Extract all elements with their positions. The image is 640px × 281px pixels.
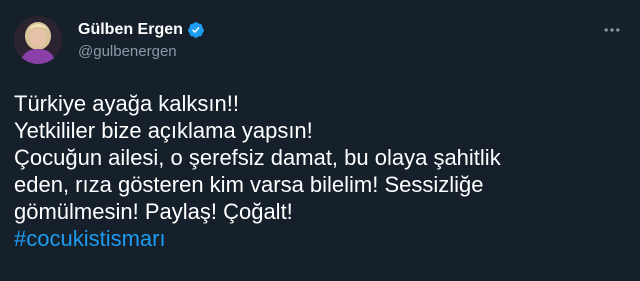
tweet-line: Çocuğun ailesi, o şerefsiz damat, bu ola… — [14, 145, 501, 170]
avatar-image — [14, 16, 62, 64]
tweet-line: Türkiye ayağa kalksın!! — [14, 91, 239, 116]
display-name[interactable]: Gülben Ergen — [78, 20, 183, 40]
tweet-text: Türkiye ayağa kalksın!! Yetkililer bize … — [14, 90, 614, 252]
tweet-card: Gülben Ergen @gulbenergen Türkiye ayağa … — [0, 0, 640, 281]
verified-badge-icon — [187, 21, 205, 39]
tweet-line: gömülmesin! Paylaş! Çoğalt! — [14, 199, 293, 224]
author-row: Gülben Ergen — [78, 20, 205, 40]
hashtag-link[interactable]: #cocukistismarı — [14, 225, 614, 252]
more-options-icon[interactable] — [600, 20, 624, 40]
tweet-line: eden, rıza gösteren kim varsa bilelim! S… — [14, 172, 484, 197]
handle[interactable]: @gulbenergen — [78, 42, 177, 62]
tweet-line: Yetkililer bize açıklama yapsın! — [14, 118, 313, 143]
avatar[interactable] — [14, 16, 62, 64]
